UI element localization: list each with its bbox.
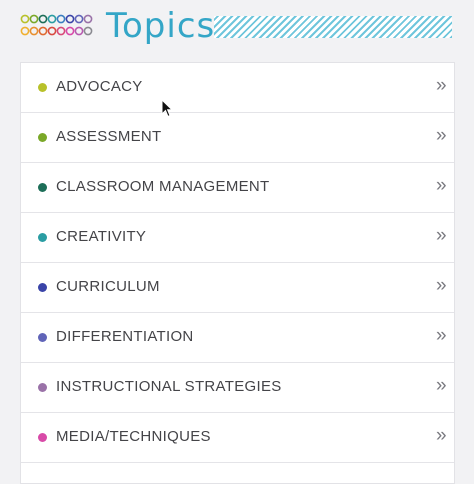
topic-dot-icon bbox=[38, 433, 47, 442]
topic-item-media-techniques[interactable]: MEDIA/TECHNIQUES » bbox=[21, 413, 454, 463]
topic-label: MEDIA/TECHNIQUES bbox=[56, 428, 211, 445]
topic-label: ADVOCACY bbox=[56, 78, 143, 95]
topic-label: ASSESSMENT bbox=[56, 128, 162, 145]
page-title: Topics bbox=[106, 6, 216, 46]
topic-dot-icon bbox=[38, 183, 47, 192]
topic-label: CREATIVITY bbox=[56, 228, 147, 245]
topic-item-assessment[interactable]: ASSESSMENT » bbox=[21, 113, 454, 163]
topics-header: Topics bbox=[0, 0, 474, 54]
chevron-right-double-icon: » bbox=[436, 275, 447, 296]
chevron-right-double-icon: » bbox=[436, 125, 447, 146]
topic-dot-icon bbox=[38, 283, 47, 292]
topic-item-advocacy[interactable]: ADVOCACY » bbox=[21, 63, 454, 113]
topic-dot-icon bbox=[38, 133, 47, 142]
chevron-right-double-icon: » bbox=[436, 175, 447, 196]
topic-label: DIFFERENTIATION bbox=[56, 328, 194, 345]
topic-item-curriculum[interactable]: CURRICULUM » bbox=[21, 263, 454, 313]
topic-dot-icon bbox=[38, 383, 47, 392]
chevron-right-double-icon: » bbox=[436, 225, 447, 246]
topic-item-classroom-management[interactable]: CLASSROOM MANAGEMENT » bbox=[21, 163, 454, 213]
topic-label: INSTRUCTIONAL STRATEGIES bbox=[56, 378, 282, 395]
topic-label: CLASSROOM MANAGEMENT bbox=[56, 178, 270, 195]
chevron-right-double-icon: » bbox=[436, 75, 447, 96]
topic-item-creativity[interactable]: CREATIVITY » bbox=[21, 213, 454, 263]
topic-item-instructional-strategies[interactable]: INSTRUCTIONAL STRATEGIES » bbox=[21, 363, 454, 413]
chevron-right-double-icon: » bbox=[436, 325, 447, 346]
circles-grid-icon bbox=[20, 14, 93, 36]
chevron-right-double-icon: » bbox=[436, 375, 447, 396]
topics-list: ADVOCACY » ASSESSMENT » CLASSROOM MANAGE… bbox=[20, 62, 455, 484]
mouse-cursor-icon bbox=[161, 99, 173, 118]
topic-dot-icon bbox=[38, 83, 47, 92]
topic-dot-icon bbox=[38, 333, 47, 342]
topic-dot-icon bbox=[38, 233, 47, 242]
chevron-right-double-icon: » bbox=[436, 425, 447, 446]
topic-label: CURRICULUM bbox=[56, 278, 160, 295]
decorative-stripes bbox=[214, 16, 452, 38]
topic-item-differentiation[interactable]: DIFFERENTIATION » bbox=[21, 313, 454, 363]
